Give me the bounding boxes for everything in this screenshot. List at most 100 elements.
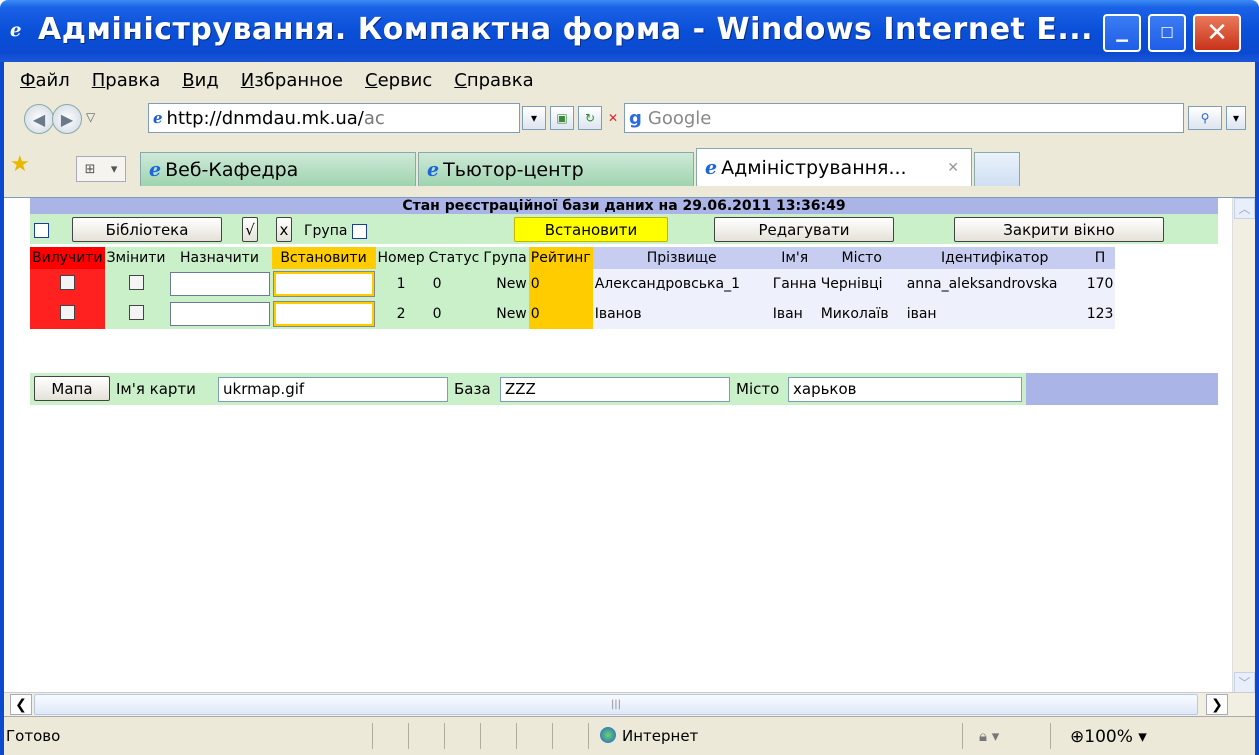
horizontal-scroll-thumb[interactable]: ||| [34,694,1198,715]
menu-view[interactable]: Вид [182,70,219,91]
maximize-button[interactable]: ☐ [1148,14,1186,52]
scroll-right-icon[interactable]: ❯ [1206,694,1228,715]
number-cell: 2 [375,299,427,329]
delete-checkbox[interactable] [59,274,75,290]
extra-cell: 123 [1084,299,1116,329]
minimize-icon: ▁ [1116,24,1128,42]
rating-cell: 0 [528,269,593,299]
name-cell: Іван [770,299,819,329]
set-input[interactable] [272,271,375,297]
close-tab-icon[interactable]: ✕ [947,160,959,176]
menu-file[interactable]: Файл [20,70,70,91]
divider [1050,723,1051,749]
uncheck-all-button[interactable]: x [276,217,292,242]
assign-input[interactable] [169,302,270,326]
map-name-label: Ім'я карти [116,380,196,398]
browser-chrome: Файл Правка Вид Избранное Сервис Справка… [4,62,1255,197]
users-table: Вилучити Змінити Назначити Встановити Но… [30,247,1116,329]
favorites-star-icon[interactable]: ★ [10,152,30,177]
page-content: Стан реєстраційної бази даних на 29.06.2… [4,197,1255,692]
apply-button[interactable]: Встановити [514,217,668,242]
extra-cell: 170 [1084,269,1116,299]
edit-button[interactable]: Редагувати [714,217,894,242]
stop-icon[interactable]: ✕ [606,106,620,130]
change-checkbox[interactable] [128,304,144,320]
search-options-icon[interactable]: ▾ [1226,106,1246,130]
table-header: Вилучити Змінити Назначити Встановити Но… [30,247,1116,269]
group-cell: New [481,269,529,299]
url-dropdown-icon[interactable]: ▾ [522,106,546,130]
compat-view-icon[interactable]: ▣ [550,106,574,130]
scroll-up-icon[interactable]: ︿ [1234,198,1255,219]
col-status: Статус [426,247,482,269]
divider [516,723,517,749]
forward-button[interactable]: ▶ [52,104,82,134]
city-label: Місто [736,380,780,398]
col-number: Номер [375,247,427,269]
scroll-left-icon[interactable]: ❮ [10,694,32,715]
search-input[interactable]: g Google [624,103,1184,133]
base-input[interactable]: ZZZ [500,377,730,402]
divider [372,723,373,749]
globe-icon [600,727,616,743]
url-input[interactable]: ℯ http://dnmdau.mk.ua/ac [148,103,520,133]
menu-tools[interactable]: Сервис [365,70,432,91]
city-cell: Чернівці [818,269,905,299]
refresh-icon[interactable]: ↻ [578,106,602,130]
library-button[interactable]: Бібліотека [72,217,222,242]
chevron-down-icon: ▾ [110,161,118,177]
delete-checkbox[interactable] [59,304,75,320]
name-cell: Ганна [770,269,819,299]
zone-label: Интернет [622,727,699,745]
title-bar: ℯ Адміністрування. Компактна форма - Win… [0,0,1259,62]
protected-mode-icon[interactable]: 🔒︎ ▾ [979,727,999,745]
status-cell: 0 [426,269,482,299]
tab-tutor-center[interactable]: ℯ Тьютор-центр [418,152,694,186]
set-input[interactable] [272,301,375,327]
check-all-button[interactable]: √ [242,217,258,242]
col-set: Встановити [271,247,376,269]
tab-bar: ★ ⊞ ▾ ℯ Веб-Кафедра ℯ Тьютор-центр ℯ Адмініс… [4,138,1255,197]
menu-favorites[interactable]: Избранное [241,70,343,91]
scroll-down-icon[interactable]: ﹀ [1234,672,1255,692]
minimize-button[interactable]: ▁ [1103,14,1141,52]
change-cell [104,299,168,329]
new-tab-button[interactable] [974,152,1020,186]
divider [588,723,589,749]
close-window-button[interactable]: ✕ [1193,14,1241,52]
vertical-scrollbar[interactable]: ︿ ﹀ [1232,198,1255,692]
change-cell [104,269,168,299]
page-icon: ℯ [153,109,163,127]
quick-tabs-button[interactable]: ⊞ ▾ [76,156,126,182]
col-city: Місто [818,247,905,269]
change-checkbox[interactable] [128,274,144,290]
col-name: Ім'я [770,247,819,269]
identifier-cell: іван [904,299,1085,329]
delete-cell [30,269,105,299]
menu-help[interactable]: Справка [454,70,533,91]
menu-edit[interactable]: Правка [92,70,161,91]
col-identifier: Ідентифікатор [904,247,1085,269]
map-button[interactable]: Мапа [34,376,110,401]
number-cell: 1 [375,269,427,299]
horizontal-scrollbar[interactable]: ❮ ||| ❯ [4,692,1255,716]
back-button[interactable]: ◀ [24,104,54,134]
city-input[interactable]: харьков [788,377,1022,402]
forward-arrow-icon: ▶ [60,109,74,129]
table-row: 2 0 New 0 Іванов Іван Миколаїв іван 123 [30,299,1116,329]
tab-administration[interactable]: ℯ Адміністрування... ✕ [696,148,972,186]
tab-label: Веб-Кафедра [165,158,299,181]
url-host: http://dnmdau.mk.ua/ [166,107,364,129]
tab-web-kafedra[interactable]: ℯ Веб-Кафедра [140,152,416,186]
history-dropdown-icon[interactable]: ▽ [86,110,95,124]
close-window-page-button[interactable]: Закрити вікно [954,217,1164,242]
grip-icon: ||| [610,699,622,710]
assign-input[interactable] [169,272,270,296]
google-icon: g [629,107,642,129]
search-icon[interactable]: ⚲ [1188,106,1222,130]
map-name-input[interactable]: ukrmap.gif [218,377,448,402]
group-checkbox[interactable] [352,224,367,239]
zoom-level[interactable]: ⊕100% ▾ [1070,727,1147,747]
maximize-icon: ☐ [1160,24,1174,42]
select-all-checkbox[interactable] [34,223,49,238]
